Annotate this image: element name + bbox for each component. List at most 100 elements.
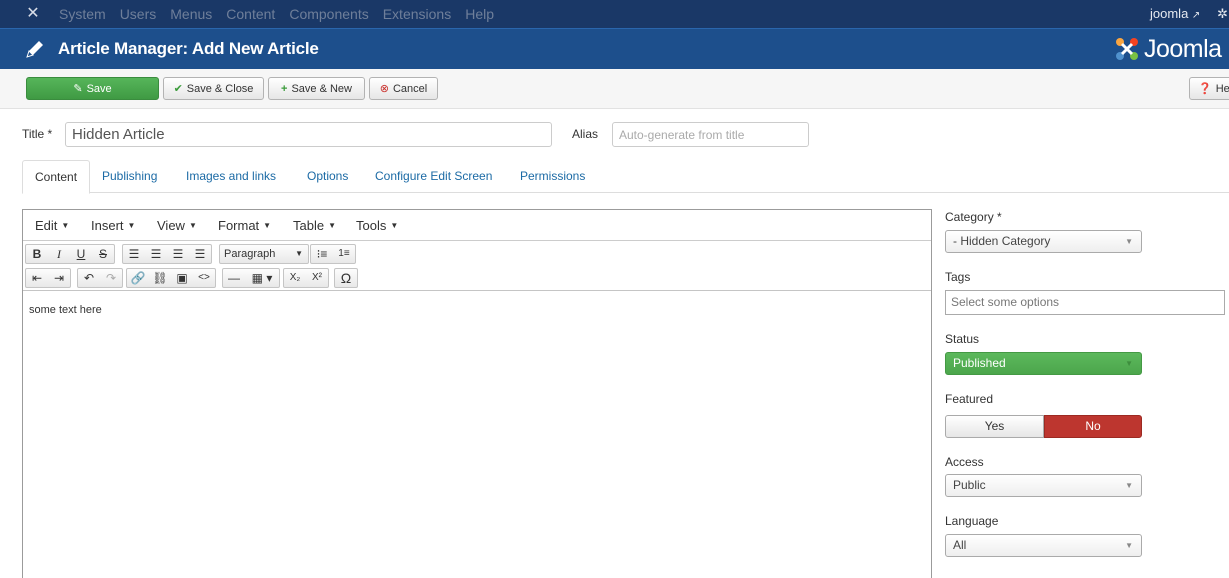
align-center-icon[interactable]: ☰ — [145, 245, 167, 263]
image-icon[interactable]: ▣ — [171, 269, 193, 287]
save-label: Save — [86, 82, 112, 95]
underline-icon[interactable]: U — [70, 245, 92, 263]
featured-yes-button[interactable]: Yes — [945, 415, 1044, 438]
editor-menu-insert-label: Insert — [91, 218, 124, 233]
redo-icon[interactable]: ↷ — [100, 269, 122, 287]
joomla-logo-icon[interactable]: ✕ — [24, 5, 42, 23]
tags-label: Tags — [945, 270, 971, 284]
save-close-label: Save & Close — [186, 82, 254, 95]
tab-permissions[interactable]: Permissions — [508, 160, 597, 193]
table-icon[interactable]: ▦ ▾ — [245, 269, 279, 287]
editor-content[interactable]: some text here — [29, 304, 102, 316]
user-link[interactable]: joomla ↗ — [1150, 0, 1200, 30]
help-label: Help — [1215, 82, 1229, 95]
save-close-button[interactable]: ✔ Save & Close — [163, 77, 264, 100]
editor-toolbar-row-1: B I U S ☰ ☰ ☰ ☰ Paragraph ▼ ⁝≡ 1≡ — [23, 242, 931, 266]
bold-icon[interactable]: B — [26, 245, 48, 263]
align-group: ☰ ☰ ☰ ☰ — [122, 244, 212, 264]
editor-menu-format-label: Format — [218, 218, 260, 233]
cancel-button[interactable]: ⊗ Cancel — [369, 77, 438, 100]
insert-group: 🔗 ⛓ ▣ <> — [126, 268, 216, 288]
cancel-label: Cancel — [392, 82, 428, 95]
align-justify-icon[interactable]: ☰ — [189, 245, 211, 263]
plus-icon: + — [281, 82, 288, 95]
editor-menu-tools[interactable]: Tools ▼ — [356, 218, 398, 233]
tab-images-links[interactable]: Images and links — [174, 160, 288, 193]
editor-menu-format[interactable]: Format ▼ — [218, 218, 271, 233]
indent-group: ⇤ ⇥ — [25, 268, 71, 288]
editor-menu-view[interactable]: View ▼ — [157, 218, 197, 233]
top-navbar: ✕ System Users Menus Content Components … — [0, 0, 1229, 28]
language-label: Language — [945, 514, 999, 528]
gear-icon[interactable]: ✲ — [1217, 0, 1228, 28]
caret-down-icon: ▼ — [328, 221, 336, 230]
undo-icon[interactable]: ↶ — [78, 269, 100, 287]
caret-down-icon: ▼ — [390, 221, 399, 230]
access-select[interactable]: Public ▼ — [945, 474, 1142, 497]
indent-icon[interactable]: ⇥ — [48, 269, 70, 287]
outdent-icon[interactable]: ⇤ — [26, 269, 48, 287]
link-icon[interactable]: 🔗 — [127, 269, 149, 287]
category-value: - Hidden Category — [953, 234, 1051, 248]
language-select[interactable]: All ▼ — [945, 534, 1142, 557]
tab-configure-edit-screen[interactable]: Configure Edit Screen — [363, 160, 504, 193]
editor-menu-table[interactable]: Table ▼ — [293, 218, 336, 233]
strikethrough-icon[interactable]: S — [92, 245, 114, 263]
align-left-icon[interactable]: ☰ — [123, 245, 145, 263]
form-tabs: Content Publishing Images and links Opti… — [22, 160, 1229, 194]
subscript-icon[interactable]: X₂ — [284, 269, 306, 287]
brand-text: Joomla — [1144, 34, 1222, 63]
align-right-icon[interactable]: ☰ — [167, 245, 189, 263]
omega-icon[interactable]: Ω — [335, 269, 357, 287]
editor-menu-edit[interactable]: Edit ▼ — [35, 218, 69, 233]
menu-help[interactable]: Help — [465, 0, 494, 28]
category-select[interactable]: - Hidden Category ▼ — [945, 230, 1142, 253]
alias-input[interactable] — [612, 122, 809, 147]
unlink-icon[interactable]: ⛓ — [149, 269, 171, 287]
italic-icon[interactable]: I — [48, 245, 70, 263]
save-new-button[interactable]: + Save & New — [268, 77, 365, 100]
chevron-down-icon: ▼ — [1125, 359, 1133, 368]
special-char-group: Ω — [334, 268, 358, 288]
caret-down-icon: ▼ — [127, 221, 136, 230]
menu-content[interactable]: Content — [226, 0, 275, 28]
featured-no-button[interactable]: No — [1044, 415, 1142, 438]
menu-menus[interactable]: Menus — [170, 0, 212, 28]
caret-down-icon: ▼ — [295, 249, 303, 258]
question-icon: ❓ — [1198, 83, 1212, 95]
status-select[interactable]: Published ▼ — [945, 352, 1142, 375]
featured-label: Featured — [945, 392, 994, 406]
bullet-list-icon[interactable]: ⁝≡ — [311, 245, 333, 263]
menu-users[interactable]: Users — [120, 0, 157, 28]
chevron-down-icon: ▼ — [1125, 541, 1133, 550]
tab-content[interactable]: Content — [22, 160, 91, 194]
page-header: Article Manager: Add New Article Joomla — [0, 28, 1229, 69]
format-select[interactable]: Paragraph ▼ — [219, 244, 309, 264]
check-icon: ✔ — [173, 83, 183, 95]
editor-menu-edit-label: Edit — [35, 218, 58, 233]
caret-down-icon: ▼ — [61, 221, 70, 230]
tags-input[interactable]: Select some options — [945, 290, 1225, 315]
caret-down-icon: ▼ — [263, 221, 272, 230]
joomla-brand-icon — [1116, 38, 1138, 60]
tab-publishing[interactable]: Publishing — [90, 160, 169, 193]
editor-menu-insert[interactable]: Insert ▼ — [91, 218, 135, 233]
numbered-list-icon[interactable]: 1≡ — [333, 245, 355, 263]
menu-system[interactable]: System — [59, 0, 106, 28]
tab-options[interactable]: Options — [295, 160, 360, 193]
menu-extensions[interactable]: Extensions — [383, 0, 451, 28]
editor-menu-view-label: View — [157, 218, 185, 233]
menu-components[interactable]: Components — [289, 0, 368, 28]
help-button[interactable]: ❓ Help — [1189, 77, 1229, 100]
save-button[interactable]: ✎ Save — [26, 77, 159, 100]
horizontal-rule-icon[interactable]: — — [223, 269, 245, 287]
superscript-icon[interactable]: X² — [306, 269, 328, 287]
page-title: Article Manager: Add New Article — [58, 39, 319, 58]
editor-menu-tools-label: Tools — [356, 218, 387, 233]
user-name: joomla — [1150, 6, 1189, 21]
history-group: ↶ ↷ — [77, 268, 123, 288]
code-icon[interactable]: <> — [193, 269, 215, 287]
hr-table-group: — ▦ ▾ — [222, 268, 280, 288]
title-input[interactable] — [65, 122, 552, 147]
editor-menubar: Edit ▼ Insert ▼ View ▼ Format ▼ Table ▼ Tools… — [23, 210, 931, 241]
